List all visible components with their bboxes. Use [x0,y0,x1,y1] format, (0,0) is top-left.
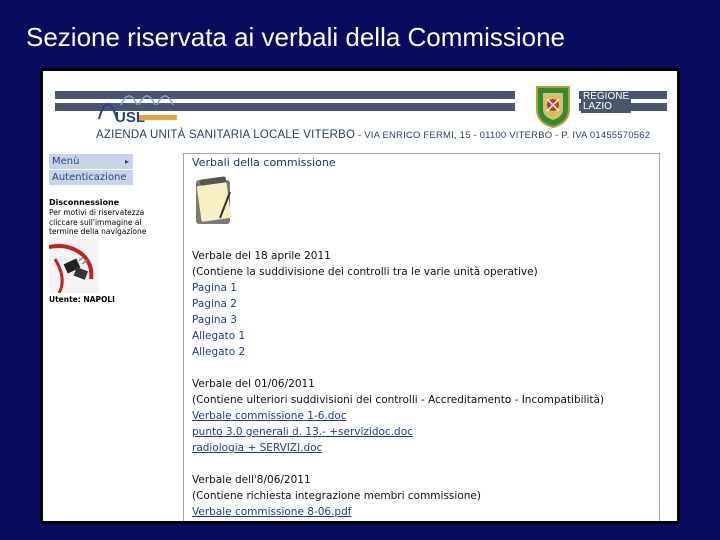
screenshot-frame: USL REGIONE LAZIO AZIENDA UNITÀ SANITARI… [40,68,680,524]
link-allegato-1[interactable]: Allegato 1 [192,330,245,342]
sidebar-menu: Menù ▸ Autenticazione [49,154,133,186]
usl-logo-text: USL [115,109,145,126]
web-page: USL REGIONE LAZIO AZIENDA UNITÀ SANITARI… [43,71,677,521]
disconnect-plug-icon [48,239,99,294]
section-1-heading: Verbale del 18 aprile 2011 [192,250,331,262]
region-line2: LAZIO [583,101,612,112]
regione-lazio-label: REGIONE LAZIO [581,91,631,113]
link-pagina-1[interactable]: Pagina 1 [192,282,237,294]
section-3-heading: Verbale dell'8/06/2011 [192,474,311,486]
agency-name: AZIENDA UNITÀ SANITARIA LOCALE VITERBO [96,129,356,141]
disconnect-title: Disconnessione [49,198,120,207]
sidebar-item-label: Autenticazione [52,172,127,183]
regione-lazio-crest-icon [533,83,573,129]
usl-logo[interactable]: USL [95,85,181,126]
link-verbale-commissione-8-06[interactable]: Verbale commissione 8-06.pdf [192,506,351,518]
section-1-desc: (Contiene la suddivisione dei controlli … [192,266,538,278]
link-verbale-commissione-1-6[interactable]: Verbale commissione 1-6.doc [192,410,347,422]
sidebar-item-autenticazione[interactable]: Autenticazione [49,170,133,186]
sidebar-item-label: Menù [52,156,80,167]
agency-header: AZIENDA UNITÀ SANITARIA LOCALE VITERBO -… [96,129,650,141]
sidebar-item-menu[interactable]: Menù ▸ [49,154,133,170]
page-title: Verbali della commissione [192,156,336,169]
link-pagina-2[interactable]: Pagina 2 [192,298,237,310]
link-pagina-3[interactable]: Pagina 3 [192,314,237,326]
link-radiologia-servizi[interactable]: radiologia + SERVIZI.doc [192,442,322,454]
section-2-desc: (Contiene ulteriori suddivisioni dei con… [192,394,605,406]
link-punto-3-generali[interactable]: punto 3.0 generali d. 13.- +servizidoc.d… [192,426,413,438]
disconnect-note: Per motivi di riservatezza cliccare sull… [49,208,147,236]
slide-title: Sezione riservata ai verbali della Commi… [26,22,566,52]
link-allegato-2[interactable]: Allegato 2 [192,346,245,358]
section-3-desc: (Contiene richiesta integrazione membri … [192,490,481,502]
section-2-heading: Verbale del 01/06/2011 [192,378,315,390]
notepad-pencil-icon [194,174,238,228]
agency-address: - VIA ENRICO FERMI, 15 - 01100 VITERBO -… [355,130,651,141]
chevron-right-icon: ▸ [124,157,129,166]
disconnect-image-button[interactable] [48,239,99,294]
content-panel: Verbali della commissione Verbale del 18… [183,153,660,521]
user-label: Utente: NAPOLI [49,295,115,304]
